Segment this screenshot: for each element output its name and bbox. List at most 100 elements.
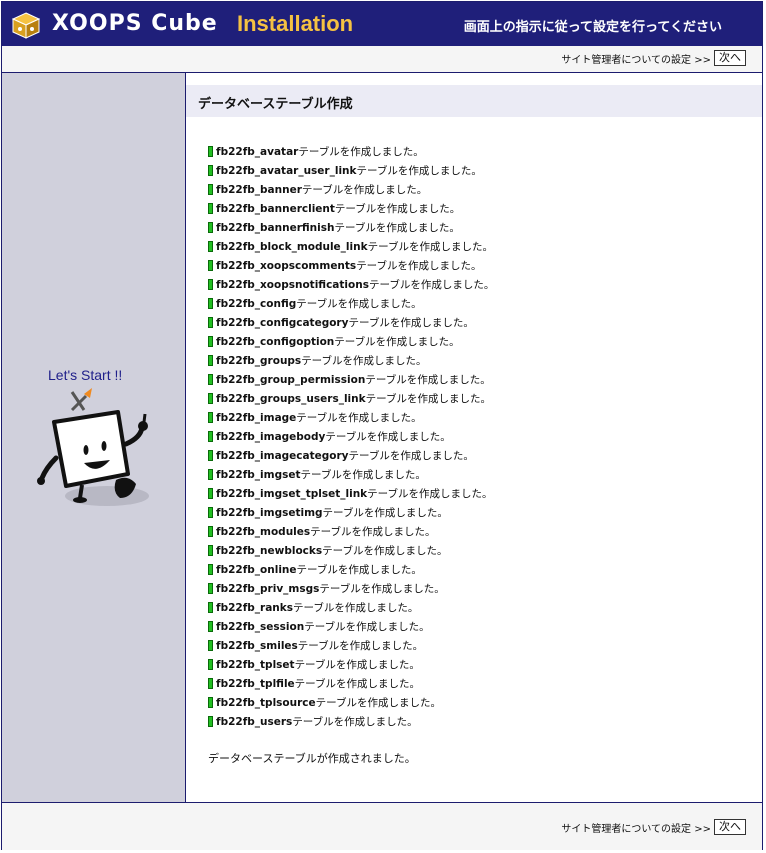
table-created-text: テーブルを作成しました。 <box>365 393 491 405</box>
success-mark-icon <box>208 488 213 499</box>
table-name: fb22fb_bannerfinish <box>216 221 335 234</box>
table-name: fb22fb_imgset_tplset_link <box>216 487 368 500</box>
table-created-text: テーブルを作成しました。 <box>301 184 428 196</box>
success-mark-icon <box>208 450 213 461</box>
table-name: fb22fb_configoption <box>216 335 335 348</box>
table-created-text: テーブルを作成しました。 <box>334 336 460 348</box>
list-item: fb22fb_groups テーブルを作成しました。 <box>208 351 494 370</box>
success-mark-icon <box>208 431 213 442</box>
table-created-text: テーブルを作成しました。 <box>296 298 422 310</box>
success-mark-icon <box>208 640 213 651</box>
table-name: fb22fb_image <box>216 411 297 424</box>
list-item: fb22fb_image テーブルを作成しました。 <box>208 408 494 427</box>
success-mark-icon <box>208 203 213 214</box>
success-mark-icon <box>208 241 213 252</box>
table-name: fb22fb_online <box>216 563 297 576</box>
success-mark-icon <box>208 621 213 632</box>
list-item: fb22fb_online テーブルを作成しました。 <box>208 560 494 579</box>
table-created-text: テーブルを作成しました。 <box>300 469 426 481</box>
table-created-text: テーブルを作成しました。 <box>294 659 420 671</box>
success-mark-icon <box>208 336 213 347</box>
header-instruction: 画面上の指示に従って設定を行ってください <box>463 20 722 35</box>
list-item: fb22fb_ranks テーブルを作成しました。 <box>208 598 494 617</box>
table-name: fb22fb_config <box>216 297 297 310</box>
table-name: fb22fb_imgset <box>216 468 301 481</box>
list-item: fb22fb_tplsource テーブルを作成しました。 <box>208 693 494 712</box>
table-created-text: テーブルを作成しました。 <box>296 412 422 424</box>
table-name: fb22fb_block_module_link <box>216 240 368 253</box>
title-bar: データベーステーブル作成 <box>186 85 762 117</box>
table-name: fb22fb_users <box>216 715 293 728</box>
table-created-text: テーブルを作成しました。 <box>356 260 482 272</box>
success-mark-icon <box>208 374 213 385</box>
success-mark-icon <box>208 412 213 423</box>
list-item: fb22fb_avatar テーブルを作成しました。 <box>208 142 494 161</box>
list-item: fb22fb_group_permission テーブルを作成しました。 <box>208 370 494 389</box>
list-item: fb22fb_avatar_user_link テーブルを作成しました。 <box>208 161 494 180</box>
top-nav-next: サイト管理者についての設定 >> 次へ <box>561 50 746 66</box>
bottom-nav-bar: サイト管理者についての設定 >> 次へ <box>2 802 762 850</box>
list-item: fb22fb_bannerclient テーブルを作成しました。 <box>208 199 494 218</box>
success-mark-icon <box>208 564 213 575</box>
table-name: fb22fb_groups_users_link <box>216 392 366 405</box>
installation-title: Installation <box>237 11 354 36</box>
list-item: fb22fb_users テーブルを作成しました。 <box>208 712 494 731</box>
success-mark-icon <box>208 260 213 271</box>
created-tables-list: fb22fb_avatar テーブルを作成しました。 fb22fb_avatar_u… <box>208 142 494 731</box>
table-created-text: テーブルを作成しました。 <box>322 545 448 557</box>
logo-text: XOOPS Cube <box>52 11 218 36</box>
list-item: fb22fb_bannerfinish テーブルを作成しました。 <box>208 218 494 237</box>
table-name: fb22fb_smiles <box>216 639 298 652</box>
table-created-text: テーブルを作成しました。 <box>334 203 461 215</box>
success-mark-icon <box>208 583 213 594</box>
cube-mascot-icon <box>37 388 149 506</box>
list-item: fb22fb_block_module_link テーブルを作成しました。 <box>208 237 494 256</box>
main-content: データベーステーブル作成 fb22fb_avatar テーブルを作成しました。 fb… <box>186 73 762 802</box>
table-created-text: テーブルを作成しました。 <box>315 697 442 709</box>
table-created-text: テーブルを作成しました。 <box>368 279 495 291</box>
table-created-text: テーブルを作成しました。 <box>348 317 474 329</box>
table-created-text: テーブルを作成しました。 <box>310 526 436 538</box>
next-button[interactable]: 次へ <box>714 819 746 835</box>
table-name: fb22fb_tplfile <box>216 677 295 690</box>
table-name: fb22fb_banner <box>216 183 302 196</box>
list-item: fb22fb_config テーブルを作成しました。 <box>208 294 494 313</box>
table-created-text: テーブルを作成しました。 <box>356 165 482 177</box>
table-created-text: テーブルを作成しました。 <box>365 374 491 386</box>
success-mark-icon <box>208 697 213 708</box>
success-mark-icon <box>208 355 213 366</box>
completion-message: データベーステーブルが作成されました。 <box>208 752 416 765</box>
table-name: fb22fb_imagebody <box>216 430 326 443</box>
success-mark-icon <box>208 678 213 689</box>
table-name: fb22fb_modules <box>216 525 311 538</box>
success-mark-icon <box>208 469 213 480</box>
table-name: fb22fb_groups <box>216 354 302 367</box>
success-mark-icon <box>208 146 213 157</box>
next-step-link-text: サイト管理者についての設定 >> <box>561 823 711 835</box>
list-item: fb22fb_banner テーブルを作成しました。 <box>208 180 494 199</box>
table-created-text: テーブルを作成しました。 <box>304 621 430 633</box>
success-mark-icon <box>208 165 213 176</box>
list-item: fb22fb_imagebody テーブルを作成しました。 <box>208 427 494 446</box>
success-mark-icon <box>208 545 213 556</box>
success-mark-icon <box>208 279 213 290</box>
table-name: fb22fb_tplset <box>216 658 295 671</box>
table-name: fb22fb_avatar_user_link <box>216 164 357 177</box>
table-created-text: テーブルを作成しました。 <box>301 355 427 367</box>
table-name: fb22fb_imagecategory <box>216 449 349 462</box>
table-name: fb22fb_bannerclient <box>216 202 335 215</box>
table-created-text: テーブルを作成しました。 <box>298 146 424 158</box>
table-created-text: テーブルを作成しました。 <box>297 640 424 652</box>
list-item: fb22fb_configoption テーブルを作成しました。 <box>208 332 494 351</box>
list-item: fb22fb_xoopsnotifications テーブルを作成しました。 <box>208 275 494 294</box>
table-created-text: テーブルを作成しました。 <box>293 602 419 614</box>
next-step-link-text: サイト管理者についての設定 >> <box>561 54 711 66</box>
next-button[interactable]: 次へ <box>714 50 746 66</box>
table-created-text: テーブルを作成しました。 <box>348 450 474 462</box>
list-item: fb22fb_tplfile テーブルを作成しました。 <box>208 674 494 693</box>
xoops-cube-logo-icon <box>11 12 41 39</box>
success-mark-icon <box>208 507 213 518</box>
table-name: fb22fb_configcategory <box>216 316 349 329</box>
table-created-text: テーブルを作成しました。 <box>325 431 451 443</box>
bottom-nav-next: サイト管理者についての設定 >> 次へ <box>561 819 746 835</box>
